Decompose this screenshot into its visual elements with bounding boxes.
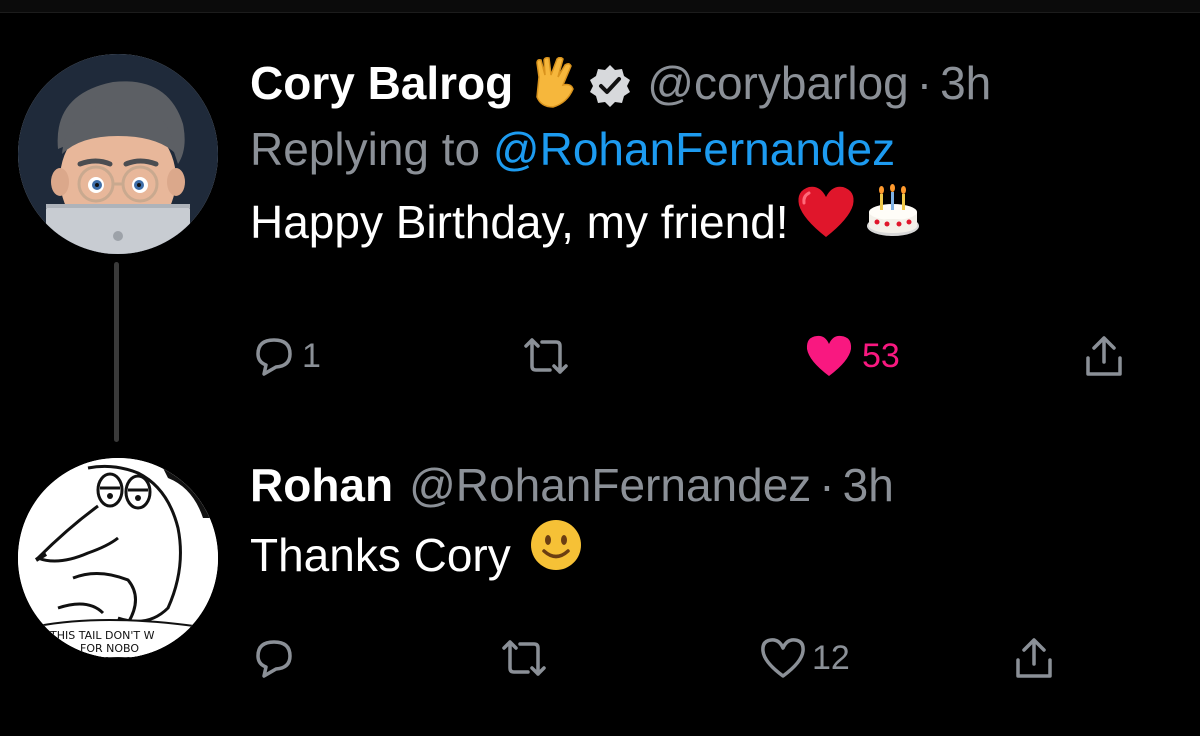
reply-target-link[interactable]: @RohanFernandez [493,123,895,175]
user-handle[interactable]: @RohanFernandez [409,452,811,518]
reply-icon [250,634,298,682]
share-icon [1010,634,1058,682]
separator-dot: · [916,57,933,109]
top-divider [0,0,1200,13]
reply-action[interactable]: 1 [250,326,321,386]
display-name[interactable]: Cory Balrog [250,50,513,116]
retweet-icon [498,634,550,682]
replying-to-label: Replying to [250,123,481,175]
avatar-rohan[interactable]: THIS TAIL DON'T W FOR NOBO [18,458,218,658]
avatar-cory[interactable] [18,54,218,254]
replying-to: Replying to @RohanFernandez [250,116,1200,182]
tweet-cory[interactable]: Cory Balrog @corybarlog · 3h Replying to… [250,50,1200,262]
tweet-text-body: Happy Birthday, my friend! [250,196,789,248]
like-action[interactable]: 53 [804,326,900,386]
user-handle[interactable]: @corybarlog [647,50,908,116]
share-action[interactable] [1010,628,1058,688]
vulcan-salute-icon [527,56,579,109]
share-icon [1080,332,1128,380]
tweet-header: Cory Balrog @corybarlog · 3h [250,50,1200,116]
like-count: 12 [812,638,850,677]
avatar-caption-line-1: THIS TAIL DON'T W [49,629,155,642]
tweet-actions: 1 53 [250,326,1150,386]
retweet-icon [520,332,572,380]
avatar-caption-line-2: FOR NOBO [80,642,139,655]
verified-icon [587,60,633,107]
tweet-header: Rohan @RohanFernandez · 3h [250,452,1200,518]
tweet-text: Happy Birthday, my friend! [250,182,1200,262]
tweet-time[interactable]: 3h [843,452,894,518]
reply-icon [250,332,298,380]
tweet-text-body: Thanks Cory [250,529,511,581]
reply-action[interactable] [250,628,302,688]
separator-dot: · [819,459,835,511]
retweet-action[interactable] [520,326,572,386]
display-name[interactable]: Rohan [250,452,393,518]
red-heart-icon [795,183,857,261]
share-action[interactable] [1080,326,1128,386]
tweet-rohan[interactable]: Rohan @RohanFernandez · 3h Thanks Cory [250,452,1200,592]
tweet-text: Thanks Cory [250,518,1200,592]
tweet-time[interactable]: 3h [940,50,991,116]
like-count: 53 [862,336,900,375]
heart-filled-icon [804,333,854,379]
reply-count: 1 [302,336,321,375]
heart-outline-icon [758,635,808,681]
like-action[interactable]: 12 [758,628,850,688]
slightly-smiling-face-icon [529,518,583,592]
tweet-actions: 12 [250,628,1150,688]
retweet-action[interactable] [498,628,550,688]
birthday-cake-icon [863,182,923,262]
thread-connector [114,262,119,442]
